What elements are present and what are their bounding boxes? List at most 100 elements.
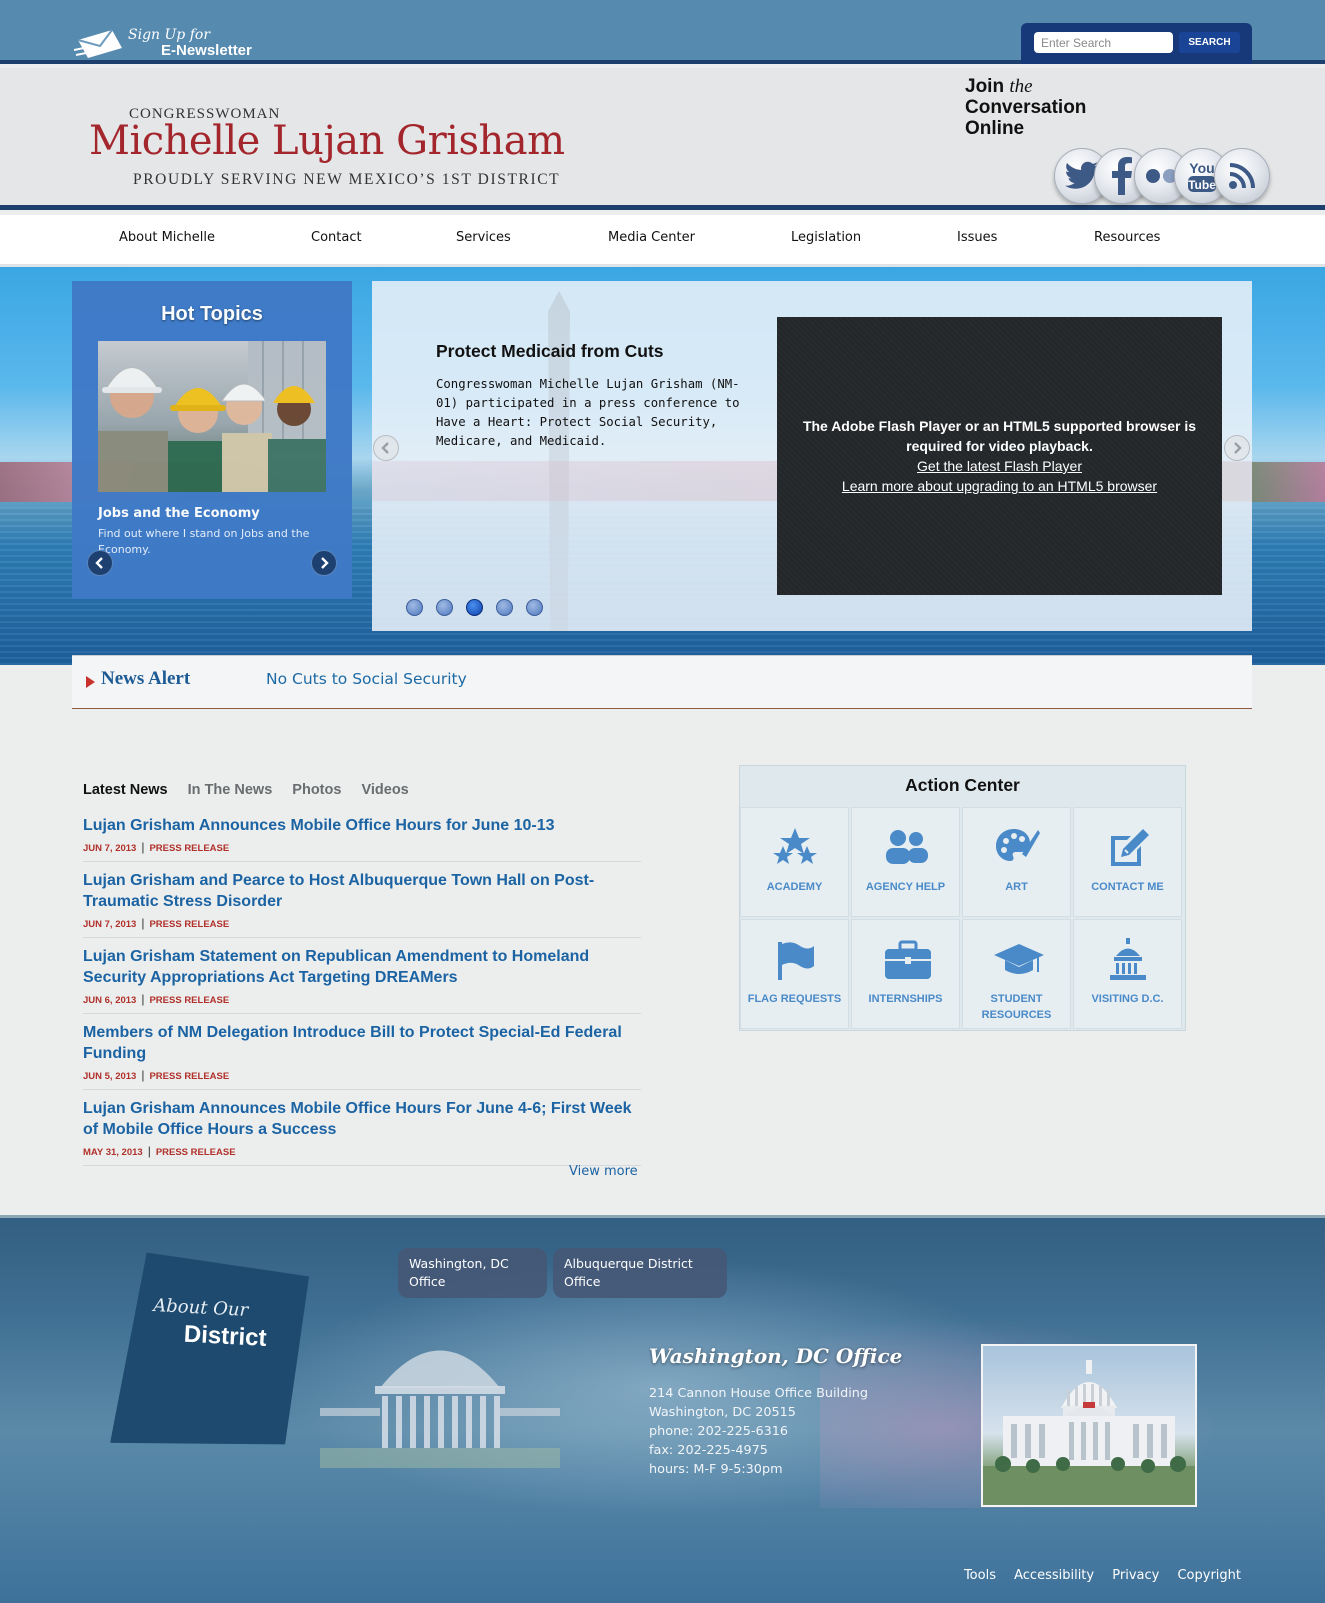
action-tile-academy[interactable]: ACADEMY (740, 807, 849, 917)
action-tile-art[interactable]: ART (962, 807, 1071, 917)
featured-slide: Protect Medicaid from Cuts Congresswoman… (372, 281, 1252, 631)
slide-dot[interactable] (526, 599, 543, 616)
footer-link-privacy[interactable]: Privacy (1112, 1568, 1159, 1583)
tab-albuquerque-office[interactable]: Albuquerque District Office (553, 1248, 727, 1298)
video-message: The Adobe Flash Player or an HTML5 suppo… (802, 418, 1197, 454)
slide-dot[interactable] (496, 599, 513, 616)
chevron-left-icon (381, 442, 389, 454)
phone-line: phone: 202-225-6316 (649, 1424, 789, 1439)
tab-latest-news[interactable]: Latest News (83, 782, 168, 798)
jefferson-memorial-image (320, 1350, 560, 1468)
about-district-line2: District (183, 1320, 268, 1352)
stars-icon (773, 828, 817, 864)
nav-about-michelle[interactable]: About Michelle (119, 230, 215, 245)
news-meta-separator: | (141, 1068, 145, 1082)
capitol-photo (981, 1344, 1197, 1507)
slide-next-button[interactable] (1224, 435, 1250, 461)
search-input[interactable] (1034, 32, 1173, 53)
action-tile-flag-requests[interactable]: FLAG REQUESTS (740, 919, 849, 1029)
action-tile-student-resources[interactable]: STUDENT RESOURCES (962, 919, 1071, 1029)
about-district-line1: About Our (152, 1294, 249, 1321)
news-alert-link[interactable]: No Cuts to Social Security (266, 670, 467, 688)
action-tile-visiting-dc[interactable]: VISITING D.C. (1073, 919, 1182, 1029)
view-more-link[interactable]: View more (569, 1164, 638, 1179)
news-headline[interactable]: Members of NM Delegation Introduce Bill … (83, 1022, 641, 1064)
slide-title[interactable]: Protect Medicaid from Cuts (436, 341, 664, 362)
rss-icon[interactable] (1214, 148, 1270, 204)
nav-media-center[interactable]: Media Center (608, 230, 695, 245)
office-title: Washington, DC Office (649, 1344, 903, 1368)
join-online-word: Online (965, 118, 1025, 139)
join-conversation: Join the Conversation Online (965, 76, 1086, 139)
hot-topics-next-button[interactable] (311, 550, 337, 576)
tab-washington-office[interactable]: Washington, DC Office (398, 1248, 547, 1298)
news-type[interactable]: PRESS RELEASE (149, 995, 229, 1006)
hot-topic-title[interactable]: Jobs and the Economy (98, 506, 260, 521)
palette-icon (996, 829, 1040, 861)
news-date: MAY 31, 2013 (83, 1147, 143, 1158)
news-type[interactable]: PRESS RELEASE (149, 1071, 229, 1082)
news-item: Lujan Grisham Announces Mobile Office Ho… (83, 1098, 641, 1166)
search-button[interactable]: SEARCH (1179, 32, 1240, 53)
news-meta: JUN 5, 2013 | PRESS RELEASE (83, 1068, 641, 1082)
news-tabs: Latest News In The News Photos Videos (83, 782, 425, 798)
html5-browser-link[interactable]: Learn more about upgrading to an HTML5 b… (842, 476, 1157, 496)
nav-services[interactable]: Services (456, 230, 511, 245)
news-type[interactable]: PRESS RELEASE (156, 1147, 236, 1158)
video-player[interactable]: The Adobe Flash Player or an HTML5 suppo… (777, 317, 1222, 595)
nav-resources[interactable]: Resources (1094, 230, 1160, 245)
hot-topic-description: Find out where I stand on Jobs and the E… (98, 527, 310, 556)
news-headline[interactable]: Lujan Grisham Announces Mobile Office Ho… (83, 815, 641, 836)
nav-contact[interactable]: Contact (311, 230, 362, 245)
action-center: Action Center ACADEMY AGENCY HELP ART CO… (739, 765, 1186, 1031)
news-headline[interactable]: Lujan Grisham Announces Mobile Office Ho… (83, 1098, 641, 1140)
slide-dot[interactable] (406, 599, 423, 616)
slide-dot[interactable] (436, 599, 453, 616)
news-item: Lujan Grisham Statement on Republican Am… (83, 946, 641, 1014)
tab-photos[interactable]: Photos (292, 782, 341, 798)
action-tile-label: AGENCY HELP (865, 881, 946, 893)
news-type[interactable]: PRESS RELEASE (149, 843, 229, 854)
tab-in-the-news[interactable]: In The News (188, 782, 273, 798)
workers-image (98, 341, 326, 492)
about-district-link[interactable]: About Our District (110, 1251, 310, 1453)
hot-topics-heading: Hot Topics (161, 303, 263, 325)
action-tile-label: INTERNSHIPS (868, 993, 943, 1005)
footer-link-copyright[interactable]: Copyright (1177, 1568, 1241, 1583)
slide-dot-active[interactable] (466, 599, 483, 616)
nav-issues[interactable]: Issues (957, 230, 997, 245)
news-headline[interactable]: Lujan Grisham and Pearce to Host Albuque… (83, 870, 641, 912)
flash-player-link[interactable]: Get the latest Flash Player (917, 456, 1082, 476)
action-tile-contact-me[interactable]: CONTACT ME (1073, 807, 1182, 917)
site-header: CONGRESSWOMAN Michelle Lujan Grisham PRO… (0, 68, 1325, 210)
nav-legislation[interactable]: Legislation (791, 230, 861, 245)
footer-link-accessibility[interactable]: Accessibility (1014, 1568, 1094, 1583)
join-the: the (1009, 76, 1033, 97)
svg-text:You: You (1189, 160, 1214, 176)
news-headline[interactable]: Lujan Grisham Statement on Republican Am… (83, 946, 641, 988)
action-tile-agency-help[interactable]: AGENCY HELP (851, 807, 960, 917)
top-bar: Sign Up for E-Newsletter SEARCH (0, 0, 1325, 64)
footer-link-tools[interactable]: Tools (964, 1568, 996, 1583)
site-title[interactable]: Michelle Lujan Grisham (89, 118, 565, 164)
action-tile-label: STUDENT RESOURCES (981, 993, 1052, 1021)
slide-prev-button[interactable] (373, 435, 399, 461)
news-type[interactable]: PRESS RELEASE (149, 919, 229, 930)
triangle-icon (86, 676, 95, 688)
hot-topics-prev-button[interactable] (87, 550, 113, 576)
fax-line: fax: 202-225-4975 (649, 1443, 768, 1458)
news-meta: JUN 7, 2013 | PRESS RELEASE (83, 840, 641, 854)
site-footer: About Our District Washington, DC Office… (0, 1215, 1325, 1603)
edit-icon (1111, 829, 1149, 866)
action-tile-internships[interactable]: INTERNSHIPS (851, 919, 960, 1029)
news-item: Members of NM Delegation Introduce Bill … (83, 1022, 641, 1090)
news-meta-separator: | (141, 916, 145, 930)
newsletter-signup[interactable]: Sign Up for E-Newsletter (74, 24, 274, 64)
capitol-building-image (983, 1360, 1195, 1505)
news-alert-label: News Alert (101, 668, 191, 689)
news-item: Lujan Grisham and Pearce to Host Albuque… (83, 870, 641, 938)
tab-videos[interactable]: Videos (361, 782, 408, 798)
hot-topic-photo[interactable] (98, 341, 326, 492)
news-item: Lujan Grisham Announces Mobile Office Ho… (83, 815, 641, 862)
join-conversation-word: Conversation (965, 97, 1087, 118)
